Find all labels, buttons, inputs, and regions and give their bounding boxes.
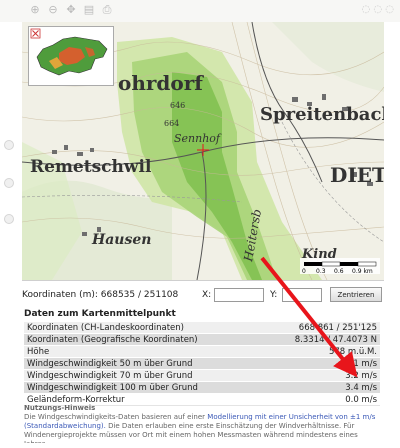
y-label: Y:: [270, 290, 278, 300]
row-label: Windgeschwindigkeit 70 m über Grund: [24, 369, 254, 382]
scale-tick: 0.3: [316, 268, 326, 275]
coordinates-value: 668535 / 251108: [100, 290, 179, 300]
label-dietik: DIETIK: [330, 163, 384, 187]
row-value: 3.2 m/s: [254, 369, 380, 382]
table-row: Koordinaten (CH-Landeskoordinaten) 668 86…: [24, 322, 380, 334]
table-row: Höhe 578 m.ü.M.: [24, 345, 380, 358]
toolbar-right-icons: ◌ ◌ ◌: [361, 4, 394, 15]
row-value: 0.0 m/s: [254, 393, 380, 406]
scale-tick: 0: [302, 268, 306, 275]
row-value: 668 861 / 251'125: [254, 322, 380, 334]
zoom-out-icon[interactable]: ⊖: [46, 3, 60, 17]
side-dot: [4, 178, 14, 188]
label-646: 646: [170, 101, 185, 110]
x-coordinate-input[interactable]: [214, 288, 264, 302]
row-value: 3.4 m/s: [254, 381, 380, 394]
overview-minimap[interactable]: [28, 26, 114, 86]
pan-icon[interactable]: ✥: [64, 3, 78, 17]
row-value: 3.1 m/s: [254, 357, 380, 370]
table-row: Koordinaten (Geografische Koordinaten) 8.…: [24, 333, 380, 346]
row-label: Koordinaten (Geografische Koordinaten): [24, 333, 254, 346]
coordinates-label: Koordinaten (m):: [22, 290, 98, 300]
switzerland-overview-map: [29, 27, 113, 85]
scale-bar: 0 0.3 0.6 0.9 km: [300, 258, 380, 275]
table-row: Windgeschwindigkeit 100 m über Grund 3.4 …: [24, 381, 380, 394]
layers-icon[interactable]: ▤: [82, 3, 96, 17]
label-hausen: Hausen: [91, 232, 151, 248]
center-button[interactable]: Zentrieren: [330, 287, 382, 302]
row-label: Koordinaten (CH-Landeskoordinaten): [24, 322, 254, 334]
row-label: Windgeschwindigkeit 50 m über Grund: [24, 357, 254, 370]
close-icon[interactable]: [30, 28, 41, 39]
scale-tick: 0.9 km: [352, 268, 373, 275]
row-value: 8.3314 / 47.4073 N: [254, 333, 380, 346]
y-coordinate-input[interactable]: [282, 288, 322, 302]
row-label: Windgeschwindigkeit 100 m über Grund: [24, 381, 254, 394]
table-row: Windgeschwindigkeit 50 m über Grund 3.1 m…: [24, 357, 380, 370]
zoom-in-icon[interactable]: ⊕: [28, 3, 42, 17]
row-label: Höhe: [24, 345, 254, 358]
side-dot: [4, 214, 14, 224]
data-table: Koordinaten (CH-Landeskoordinaten) 668 86…: [24, 322, 380, 406]
label-sennhof: Sennhof: [174, 132, 222, 145]
coordinate-bar: Koordinaten (m): 668535 / 251108 X: Y: Z…: [22, 287, 384, 302]
label-remetschwil: Remetschwil: [30, 157, 152, 177]
coordinates-readout: Koordinaten (m): 668535 / 251108: [22, 290, 178, 300]
section-title: Daten zum Kartenmittelpunkt: [24, 309, 176, 319]
label-664: 664: [164, 119, 179, 128]
print-icon[interactable]: ⎙: [100, 3, 114, 17]
note-text: Die Windgeschwindigkeits-Daten basieren …: [24, 413, 378, 443]
x-label: X:: [202, 290, 212, 300]
scale-tick: 0.6: [334, 268, 344, 275]
row-value: 578 m.ü.M.: [254, 345, 380, 358]
table-row: Windgeschwindigkeit 70 m über Grund 3.2 m…: [24, 369, 380, 382]
toolbar: ⊕ ⊖ ✥ ▤ ⎙ ◌ ◌ ◌: [0, 0, 400, 22]
side-dot: [4, 140, 14, 150]
note-title: Nutzungs-Hinweis: [24, 404, 96, 412]
label-spreitenbach: Spreitenbach: [260, 104, 384, 125]
note-text-start: Die Windgeschwindigkeits-Daten basieren …: [24, 413, 208, 421]
label-ohrdorf: ohrdorf: [118, 71, 204, 95]
